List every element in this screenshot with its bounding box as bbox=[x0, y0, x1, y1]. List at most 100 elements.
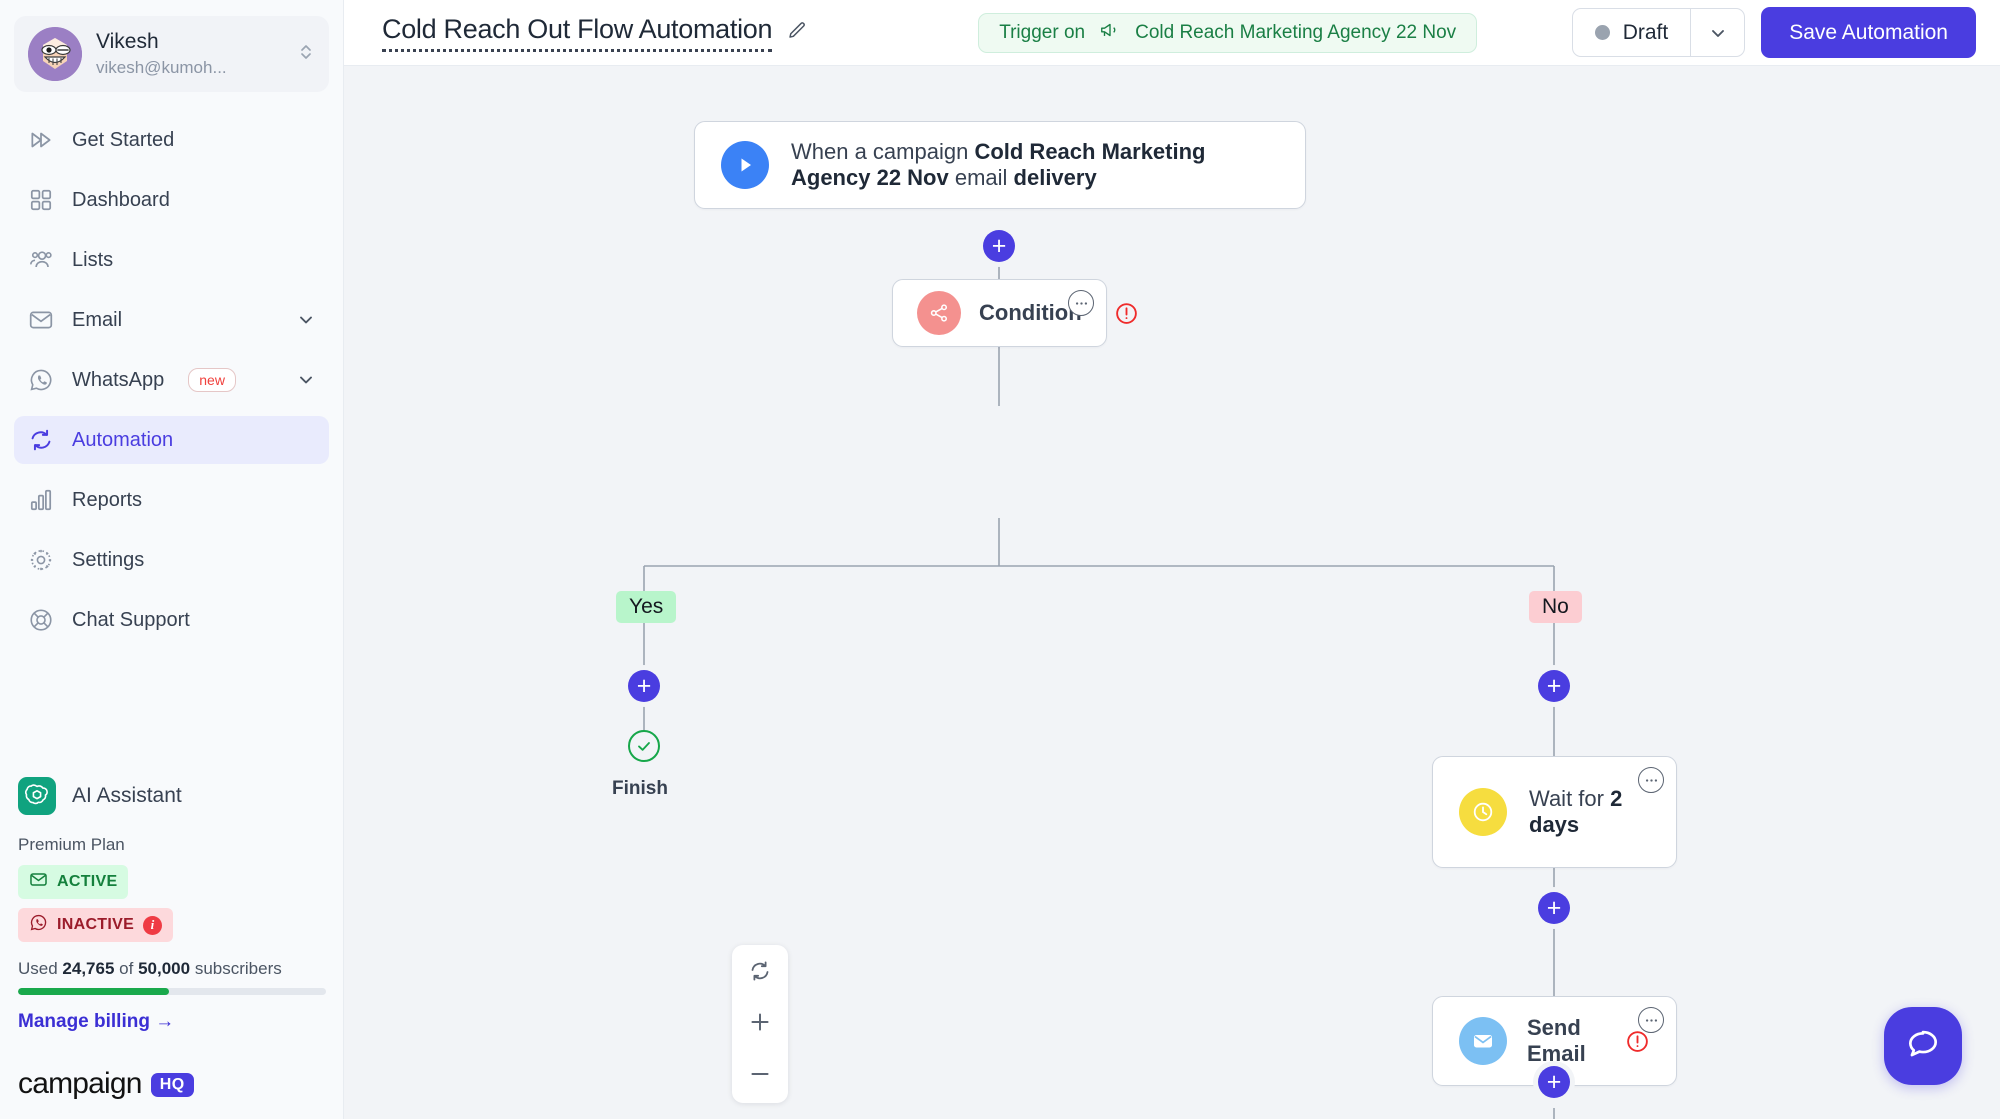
lifebuoy-icon bbox=[28, 607, 54, 633]
trigger-node-text: When a campaign Cold Reach Marketing Age… bbox=[791, 139, 1279, 191]
status-badge-whatsapp-inactive: INACTIVE i bbox=[18, 908, 174, 942]
status-dropdown[interactable]: Draft bbox=[1571, 8, 1746, 57]
branch-label-yes: Yes bbox=[616, 591, 677, 623]
profile-name: Vikesh bbox=[96, 29, 159, 53]
condition-node[interactable]: Condition bbox=[892, 279, 1137, 347]
trigger-text-event: delivery bbox=[1013, 165, 1097, 190]
chat-bubble-icon bbox=[1904, 1025, 1942, 1068]
usage-used: 24,765 bbox=[62, 959, 115, 978]
sidebar-item-label: Automation bbox=[72, 428, 174, 451]
trigger-campaign-name: Cold Reach Marketing Agency 22 Nov bbox=[1135, 21, 1457, 43]
flow-connectors bbox=[643, 228, 1555, 1119]
app-root: Vikesh vikesh@kumoh... Get Started Dashb… bbox=[0, 0, 2000, 1119]
profile-email: vikesh@kumoh... bbox=[96, 58, 227, 78]
sidebar-item-settings[interactable]: Settings bbox=[14, 536, 329, 584]
brand-word: campaign bbox=[18, 1067, 142, 1100]
chat-widget-button[interactable] bbox=[1884, 1007, 1962, 1085]
users-icon bbox=[28, 247, 54, 273]
send-email-node-label: Send Email bbox=[1527, 1015, 1586, 1066]
gear-icon bbox=[28, 547, 54, 573]
wait-text-pre: Wait for bbox=[1529, 786, 1611, 811]
sidebar-item-automation[interactable]: Automation bbox=[14, 416, 329, 464]
trigger-prefix: Trigger on bbox=[999, 21, 1086, 43]
fast-forward-icon bbox=[28, 127, 54, 153]
usage-mid: of bbox=[119, 959, 134, 978]
chevron-down-icon[interactable] bbox=[297, 311, 315, 329]
envelope-icon bbox=[1459, 1017, 1507, 1065]
avatar bbox=[28, 27, 82, 81]
bar-chart-icon bbox=[28, 487, 54, 513]
sidebar: Vikesh vikesh@kumoh... Get Started Dashb… bbox=[0, 0, 344, 1119]
usage-suffix: subscribers bbox=[194, 959, 282, 978]
status-label: Draft bbox=[1622, 20, 1669, 44]
wait-node-menu[interactable] bbox=[1638, 767, 1664, 793]
info-icon[interactable]: i bbox=[143, 915, 163, 935]
usage-prefix: Used bbox=[18, 959, 58, 978]
chevron-down-icon[interactable] bbox=[297, 371, 315, 389]
add-step-button-after-wait[interactable]: + bbox=[1538, 892, 1570, 924]
share-nodes-icon bbox=[917, 291, 961, 335]
topbar-actions: Draft Save Automation bbox=[1571, 7, 1976, 58]
send-email-node-menu[interactable] bbox=[1638, 1007, 1664, 1033]
sidebar-item-get-started[interactable]: Get Started bbox=[14, 116, 329, 164]
manage-billing-link[interactable]: Manage billing → bbox=[18, 1011, 326, 1033]
sidebar-item-whatsapp[interactable]: WhatsApp new bbox=[14, 356, 329, 404]
pencil-icon[interactable] bbox=[786, 20, 808, 42]
wait-node-text: Wait for 2 days bbox=[1529, 786, 1650, 838]
add-step-button-1[interactable]: + bbox=[983, 230, 1015, 262]
condition-node-menu[interactable] bbox=[1068, 290, 1094, 316]
topbar: Cold Reach Out Flow Automation Trigger o… bbox=[344, 0, 2000, 66]
sidebar-item-lists[interactable]: Lists bbox=[14, 236, 329, 284]
chevron-down-icon[interactable] bbox=[1690, 9, 1744, 56]
main-area: Cold Reach Out Flow Automation Trigger o… bbox=[344, 0, 2000, 1119]
usage-total: 50,000 bbox=[138, 959, 191, 978]
brand-logo: campaign HQ bbox=[18, 1067, 326, 1101]
openai-icon bbox=[18, 777, 56, 815]
sidebar-item-label: WhatsApp bbox=[72, 368, 165, 391]
trigger-text-pre: When a campaign bbox=[791, 139, 975, 164]
sidebar-footer: AI Assistant Premium Plan ACTIVE INACTIV… bbox=[0, 777, 344, 1119]
sidebar-item-reports[interactable]: Reports bbox=[14, 476, 329, 524]
trigger-chip[interactable]: Trigger on Cold Reach Marketing Agency 2… bbox=[978, 12, 1478, 53]
refresh-cycle-icon bbox=[28, 427, 54, 453]
automation-canvas[interactable]: When a campaign Cold Reach Marketing Age… bbox=[344, 66, 2000, 1119]
ai-assistant-button[interactable]: AI Assistant bbox=[18, 777, 326, 815]
refresh-icon[interactable] bbox=[748, 959, 772, 983]
trigger-text-mid: email bbox=[948, 165, 1014, 190]
profile-switcher[interactable]: Vikesh vikesh@kumoh... bbox=[14, 16, 329, 92]
sidebar-item-label: Reports bbox=[72, 488, 143, 511]
play-icon bbox=[721, 141, 769, 189]
whatsapp-icon bbox=[29, 913, 48, 937]
ai-assistant-label: AI Assistant bbox=[72, 784, 182, 807]
finish-icon bbox=[628, 730, 660, 762]
sidebar-item-label: Settings bbox=[72, 548, 145, 571]
branch-label-no: No bbox=[1529, 591, 1582, 623]
zoom-in-icon[interactable] bbox=[747, 1009, 773, 1035]
sidebar-item-email[interactable]: Email bbox=[14, 296, 329, 344]
envelope-icon bbox=[29, 870, 48, 894]
save-automation-button[interactable]: Save Automation bbox=[1761, 7, 1976, 58]
sidebar-item-label: Chat Support bbox=[72, 608, 190, 631]
status-badge-label: ACTIVE bbox=[57, 873, 118, 890]
wait-node[interactable]: Wait for 2 days bbox=[1432, 756, 1677, 868]
usage-progress-bar bbox=[18, 988, 326, 995]
usage-text: Used 24,765 of 50,000 subscribers bbox=[18, 959, 326, 979]
status-dropdown-value[interactable]: Draft bbox=[1573, 9, 1691, 56]
status-badge-new: new bbox=[188, 367, 236, 393]
trigger-node[interactable]: When a campaign Cold Reach Marketing Age… bbox=[694, 121, 1306, 209]
sidebar-item-chat-support[interactable]: Chat Support bbox=[14, 596, 329, 644]
zoom-out-icon[interactable] bbox=[747, 1061, 773, 1087]
page-title: Cold Reach Out Flow Automation bbox=[382, 14, 808, 52]
clock-icon bbox=[1459, 788, 1507, 836]
add-step-button-after-email[interactable]: + bbox=[1538, 1066, 1570, 1098]
add-step-button-yes[interactable]: + bbox=[628, 670, 660, 702]
envelope-icon bbox=[28, 307, 54, 333]
chevron-updown-icon[interactable] bbox=[297, 43, 315, 66]
canvas-zoom-controls[interactable] bbox=[732, 945, 788, 1103]
status-dot-icon bbox=[1594, 25, 1610, 40]
add-step-button-no[interactable]: + bbox=[1538, 670, 1570, 702]
sidebar-item-label: Email bbox=[72, 308, 123, 331]
status-badge-email-active: ACTIVE bbox=[18, 865, 129, 899]
sidebar-item-label: Get Started bbox=[72, 128, 175, 151]
sidebar-item-dashboard[interactable]: Dashboard bbox=[14, 176, 329, 224]
